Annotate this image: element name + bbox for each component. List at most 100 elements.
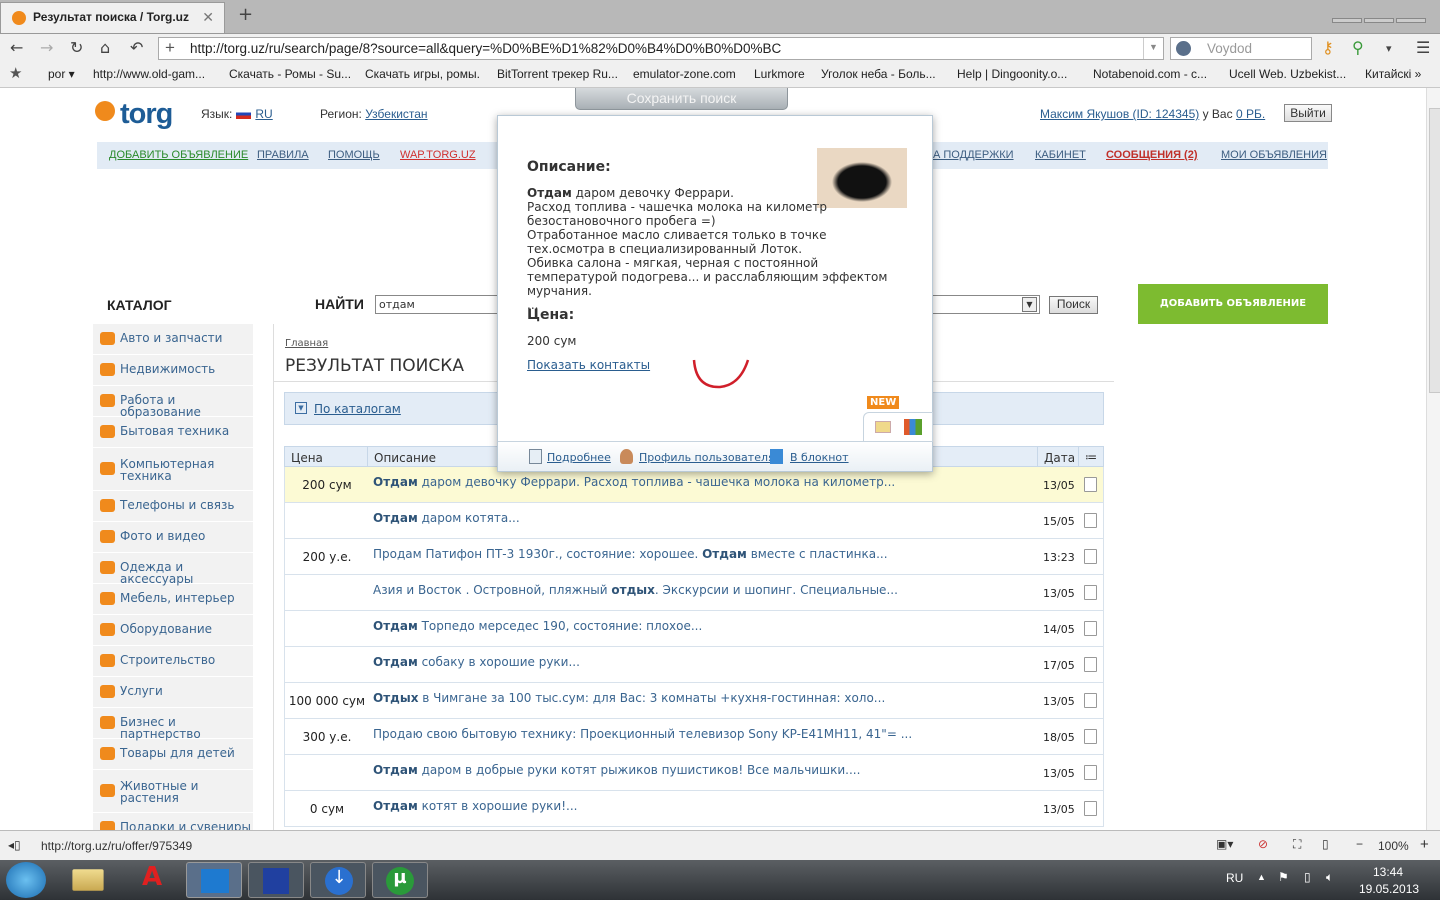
notepad-add-icon[interactable] (1084, 549, 1097, 564)
taskbar-app-icon[interactable] (186, 862, 242, 898)
category-item[interactable]: Авто и запчасти (93, 324, 253, 355)
zoom-out-button[interactable]: − (1356, 837, 1363, 851)
browser-tab[interactable]: Результат поиска / Torg.uz ✕ (0, 2, 225, 33)
speed-dial-icon[interactable]: ▣▾ (1216, 837, 1233, 851)
notepad-add-icon[interactable] (1084, 693, 1097, 708)
notepad-add-icon[interactable] (1084, 801, 1097, 816)
category-item[interactable]: Компьютерная техника (93, 448, 253, 491)
stats-chart-icon[interactable] (904, 419, 922, 435)
add-icon[interactable]: + (165, 38, 175, 58)
table-row[interactable]: Азия и Восток . Островной, пляжный отдых… (284, 575, 1104, 611)
notepad-add-icon[interactable] (1084, 585, 1097, 600)
bookmark[interactable]: Help | Dingoonity.o... (957, 67, 1067, 81)
category-item[interactable]: Услуги (93, 677, 253, 708)
nav-wap[interactable]: WAP.TORG.UZ (400, 149, 476, 161)
row-description-link[interactable]: Отдам даром котята... (373, 511, 520, 525)
download-app-icon[interactable]: ↓ (310, 862, 366, 898)
new-tab-button[interactable]: + (238, 4, 253, 25)
add-to-notepad-link[interactable]: В блокнот (790, 451, 849, 464)
star-icon[interactable]: ★ (9, 64, 22, 82)
category-item[interactable]: Одежда и аксессуары (93, 553, 253, 585)
bookmark[interactable]: Notabenoid.com - c... (1093, 67, 1207, 81)
acrobat-icon[interactable]: A (124, 862, 180, 898)
nav-my-listings[interactable]: МОИ ОБЪЯВЛЕНИЯ (1221, 149, 1327, 161)
details-link[interactable]: Подробнее (547, 451, 611, 464)
bookmark[interactable]: Скачать - Ромы - Su... (229, 67, 351, 81)
nav-add-listing[interactable]: ДОБАВИТЬ ОБЪЯВЛЕНИЕ (109, 149, 248, 161)
row-description-link[interactable]: Отдам котят в хорошие руки!... (373, 799, 577, 813)
column-date[interactable]: Дата (1037, 446, 1079, 467)
bookmark[interactable]: por ▾ (48, 67, 75, 81)
row-description-link[interactable]: Отдых в Чимгане за 100 тыс.сум: для Вас:… (373, 691, 885, 705)
breadcrumb-home[interactable]: Главная (285, 338, 328, 349)
category-dropdown-icon[interactable]: ▼ (1022, 297, 1037, 312)
table-row[interactable]: Отдам Торпедо мерседес 190, состояние: п… (284, 611, 1104, 647)
show-contacts-link[interactable]: Показать контакты (527, 358, 650, 372)
category-item[interactable]: Мебель, интерьер (93, 584, 253, 615)
table-row[interactable]: 200 у.е. Продам Патифон ПТ-3 1930г., сос… (284, 539, 1104, 575)
panel-toggle-icon[interactable]: ◂▯ (8, 838, 21, 852)
menu-dropdown-icon[interactable]: ▾ (1386, 42, 1392, 55)
table-row[interactable]: 0 сум Отдам котят в хорошие руки!... 13/… (284, 791, 1104, 827)
add-listing-button[interactable]: ДОБАВИТЬ ОБЪЯВЛЕНИЕ (1138, 284, 1328, 324)
lang-link[interactable]: RU (255, 107, 272, 121)
category-item[interactable]: Подарки и сувениры (93, 813, 253, 830)
explorer-icon[interactable] (72, 869, 104, 891)
row-description-link[interactable]: Отдам даром девочку Феррари. Расход топл… (373, 475, 895, 489)
forward-icon[interactable]: → (40, 38, 53, 57)
page-view-icon[interactable]: ▯ (1322, 837, 1329, 851)
search-box[interactable]: Voydod (1170, 37, 1312, 60)
row-description-link[interactable]: Продам Патифон ПТ-3 1930г., состояние: х… (373, 547, 888, 561)
nav-help[interactable]: ПОМОЩЬ (328, 149, 380, 161)
nav-rules[interactable]: ПРАВИЛА (257, 149, 309, 161)
reload-icon[interactable]: ↻ (70, 38, 83, 57)
column-price[interactable]: Цена (284, 446, 368, 467)
search-button[interactable]: Поиск (1049, 296, 1098, 314)
back-icon[interactable]: ← (10, 38, 23, 57)
row-description-link[interactable]: Продаю свою бытовую технику: Проекционны… (373, 727, 912, 741)
menu-icon[interactable]: ☰ (1416, 38, 1430, 57)
notepad-add-icon[interactable] (1084, 729, 1097, 744)
bookmark[interactable]: Lurkmore (754, 67, 805, 81)
nav-cabinet[interactable]: КАБИНЕТ (1035, 149, 1086, 161)
language-indicator[interactable]: RU (1226, 871, 1243, 885)
flag-icon[interactable]: ⚑ (1278, 870, 1289, 884)
category-item[interactable]: Животные и растения (93, 770, 253, 813)
block-icon[interactable]: ⊘ (1258, 837, 1268, 851)
category-item[interactable]: Телефоны и связь (93, 491, 253, 522)
row-description-link[interactable]: Отдам собаку в хорошие руки... (373, 655, 580, 669)
table-row[interactable]: 300 у.е. Продаю свою бытовую технику: Пр… (284, 719, 1104, 755)
table-row[interactable]: Отдам собаку в хорошие руки... 17/05 (284, 647, 1104, 683)
balance-link[interactable]: 0 РБ. (1236, 107, 1265, 121)
clock-time[interactable]: 13:44 (1373, 865, 1403, 879)
network-icon[interactable]: ▯ (1304, 870, 1311, 884)
row-description-link[interactable]: Отдам Торпедо мерседес 190, состояние: п… (373, 619, 702, 633)
category-item[interactable]: Бытовая техника (93, 417, 253, 448)
address-bar[interactable]: + http://torg.uz/ru/search/page/8?source=… (158, 37, 1164, 60)
scroll-thumb[interactable] (1429, 108, 1440, 393)
vertical-scrollbar[interactable] (1426, 88, 1440, 830)
notepad-add-icon[interactable] (1084, 513, 1097, 528)
category-item[interactable]: Строительство (93, 646, 253, 677)
bookmark[interactable]: http://www.old-gam... (93, 67, 205, 81)
notepad-add-icon[interactable] (1084, 765, 1097, 780)
category-item[interactable]: Фото и видео (93, 522, 253, 553)
table-row[interactable]: Отдам даром в добрые руки котят рыжиков … (284, 755, 1104, 791)
list-view-icon[interactable]: ≔ (1078, 446, 1104, 467)
url-dropdown-icon[interactable]: ▼ (1143, 38, 1163, 59)
category-item[interactable]: Бизнес и партнерство (93, 708, 253, 740)
bookmark[interactable]: emulator-zone.com (633, 67, 736, 81)
category-item[interactable]: Товары для детей (93, 739, 253, 770)
bookmark[interactable]: Ucell Web. Uzbekist... (1229, 67, 1346, 81)
expand-icon[interactable]: ▼ (295, 402, 307, 414)
logout-button[interactable]: Выйти (1284, 104, 1332, 122)
user-profile-link[interactable]: Профиль пользователя (639, 451, 775, 464)
bookmark[interactable]: BitTorrent трекер Ru... (497, 67, 618, 81)
table-row[interactable]: Отдам даром котята... 15/05 (284, 503, 1104, 539)
utorrent-icon[interactable]: µ (372, 862, 428, 898)
notepad-add-icon[interactable] (1084, 657, 1097, 672)
by-catalog-link[interactable]: По каталогам (314, 402, 401, 416)
bookmark-overflow[interactable]: Китайскі » (1365, 67, 1421, 81)
start-button[interactable] (6, 862, 46, 898)
home-icon[interactable]: ⌂ (100, 38, 110, 57)
